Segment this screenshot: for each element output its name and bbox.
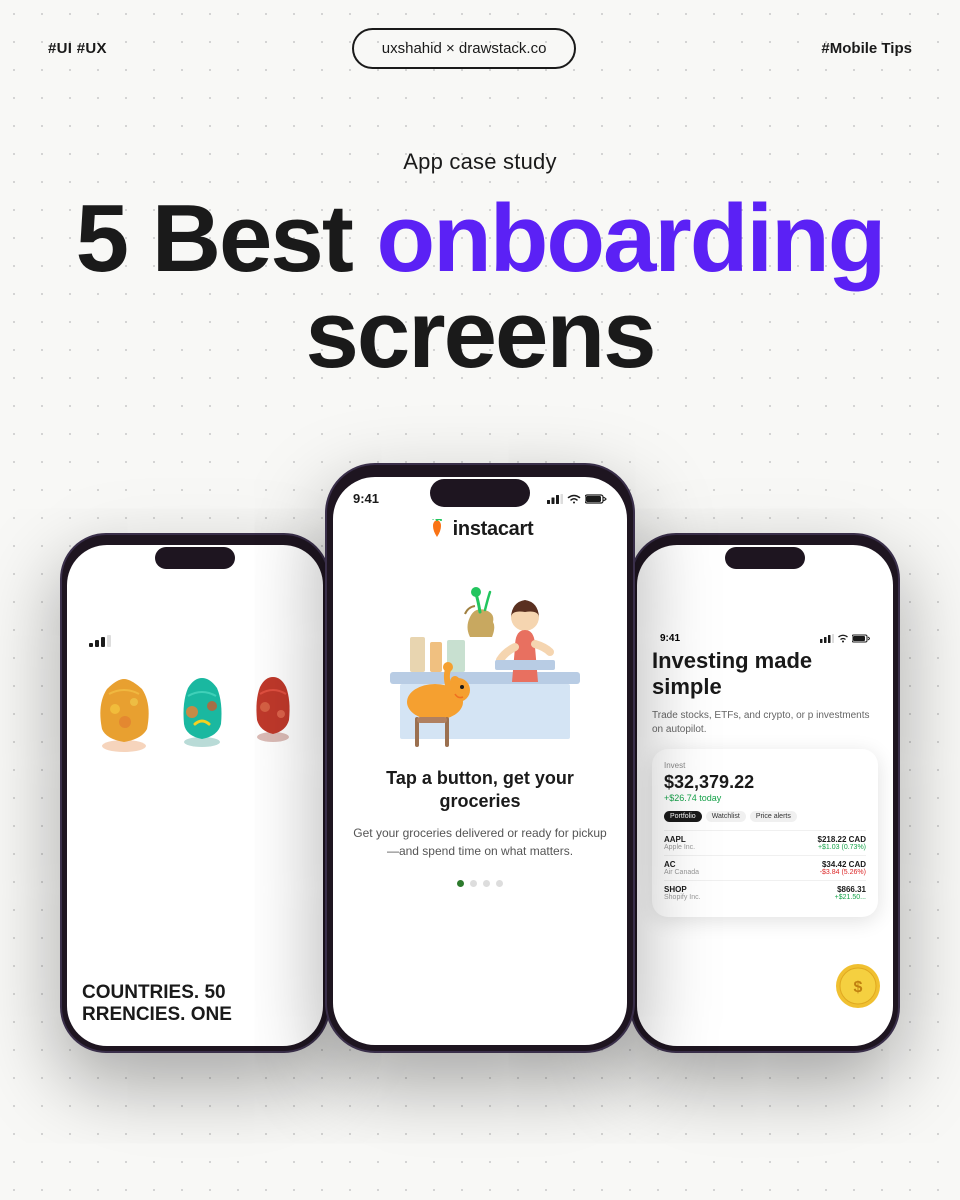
right-battery-icon [852, 634, 870, 643]
pottery-display [77, 654, 313, 774]
stock-ac-company: Air Canada [664, 869, 699, 876]
stock-shop-company: Shopify Inc. [664, 894, 701, 901]
instacart-text-block: Tap a button, get your groceries Get you… [333, 757, 627, 866]
stock-shop-info: SHOP Shopify Inc. [664, 885, 701, 901]
right-time: 9:41 [660, 633, 680, 644]
stock-aapl-price: $218.22 CAD [818, 835, 866, 844]
right-status-bar: 9:41 [652, 595, 878, 648]
left-signal [89, 635, 111, 650]
dynamic-island-right [725, 547, 805, 569]
pottery-item-1 [87, 674, 162, 754]
invest-label: Invest [664, 761, 866, 770]
instacart-carrot-icon [427, 519, 447, 541]
left-screen-content: COUNTRIES. 50 RRENCIES. ONE [67, 545, 323, 1046]
stock-ac-info: AC Air Canada [664, 860, 699, 876]
pottery-item-2 [170, 674, 235, 749]
dot-1 [457, 880, 464, 887]
stock-shop-price-info: $866.31 +$21.50... [835, 885, 866, 901]
hero-subtitle: App case study [0, 149, 960, 175]
stock-shop-price: $866.31 [835, 885, 866, 894]
coin-icon: $ [833, 961, 883, 1011]
hero-title-suffix: screens [306, 281, 655, 388]
stock-ac-price-info: $34.42 CAD -$3.84 (5.26%) [820, 860, 866, 876]
brand-text: uxshahid × drawstack.co [382, 40, 547, 57]
center-time: 9:41 [353, 491, 379, 506]
instacart-logo: instacart [333, 510, 627, 547]
invest-card: Invest $32,379.22 +$26.74 today Portfoli… [652, 749, 878, 917]
header: #UI #UX uxshahid × drawstack.co #Mobile … [0, 0, 960, 69]
stock-aapl-price-info: $218.22 CAD +$1.03 (0.73%) [818, 835, 866, 851]
instacart-wordmark: instacart [453, 518, 534, 541]
stock-ac-price: $34.42 CAD [820, 860, 866, 869]
center-status-icons [547, 494, 607, 504]
instacart-heading: Tap a button, get your groceries [353, 767, 607, 814]
phone-center: 9:41 [325, 463, 635, 1053]
stock-shop-change: +$21.50... [835, 894, 866, 901]
phone-left: COUNTRIES. 50 RRENCIES. ONE [60, 533, 330, 1053]
invest-tab-watchlist[interactable]: Watchlist [706, 811, 746, 822]
hero-section: App case study 5 Best onboarding screens [0, 69, 960, 423]
right-screen-content: 9:41 [637, 545, 893, 1046]
pottery-item-3 [243, 674, 303, 744]
right-signal-icon [820, 634, 834, 643]
instacart-body: Get your groceries delivered or ready fo… [353, 824, 607, 860]
countries-line1: COUNTRIES. 50 [82, 982, 232, 1004]
phone-right-screen: 9:41 [637, 545, 893, 1046]
hero-title: 5 Best onboarding screens [0, 191, 960, 383]
stock-row-shop: SHOP Shopify Inc. $866.31 +$21.50... [664, 880, 866, 905]
stock-row-aapl: AAPL Apple Inc. $218.22 CAD +$1.03 (0.73… [664, 830, 866, 855]
invest-tab-alerts[interactable]: Price alerts [750, 811, 797, 822]
page-wrapper: #UI #UX uxshahid × drawstack.co #Mobile … [0, 0, 960, 1200]
dot-4 [496, 880, 503, 887]
pagination-dots [333, 880, 627, 887]
brand-badge: uxshahid × drawstack.co [352, 28, 577, 69]
invest-tabs: Portfolio Watchlist Price alerts [664, 811, 866, 822]
hero-title-prefix: 5 Best [76, 185, 377, 292]
invest-change: +$26.74 today [664, 793, 866, 803]
tag-mobile-tips: #Mobile Tips [821, 40, 912, 57]
wifi-icon [567, 494, 581, 504]
tag-ui-ux: #UI #UX [48, 40, 107, 57]
invest-amount: $32,379.22 [664, 772, 866, 793]
countries-line2: RRENCIES. ONE [82, 1004, 232, 1026]
stock-shop-ticker: SHOP [664, 885, 701, 894]
right-wifi-icon [837, 634, 849, 643]
stock-aapl-ticker: AAPL [664, 835, 695, 844]
phone-center-screen: 9:41 [333, 477, 627, 1045]
phone-right: 9:41 [630, 533, 900, 1053]
stock-ac-change: -$3.84 (5.26%) [820, 869, 866, 876]
instacart-scene [340, 552, 620, 752]
dynamic-island-center [430, 479, 530, 507]
investing-subtext: Trade stocks, ETFs, and crypto, or p inv… [652, 709, 878, 737]
investing-heading: Investing made simple [652, 648, 878, 701]
stock-aapl-company: Apple Inc. [664, 844, 695, 851]
dynamic-island-left [155, 547, 235, 569]
right-status-icons [820, 634, 870, 643]
coin-decoration: $ [833, 961, 883, 1016]
left-status-bar [77, 595, 313, 654]
stock-aapl-change: +$1.03 (0.73%) [818, 844, 866, 851]
stock-aapl-info: AAPL Apple Inc. [664, 835, 695, 851]
dot-2 [470, 880, 477, 887]
phone-left-screen: COUNTRIES. 50 RRENCIES. ONE [67, 545, 323, 1046]
countries-text: COUNTRIES. 50 RRENCIES. ONE [82, 982, 232, 1026]
battery-icon [585, 494, 607, 504]
phones-section: COUNTRIES. 50 RRENCIES. ONE 9:41 [0, 453, 960, 1053]
stock-row-ac: AC Air Canada $34.42 CAD -$3.84 (5.26%) [664, 855, 866, 880]
instacart-illustration [333, 547, 627, 757]
svg-text:$: $ [854, 979, 863, 996]
stock-ac-ticker: AC [664, 860, 699, 869]
hero-title-highlight: onboarding [376, 185, 884, 292]
signal-icon [547, 494, 563, 504]
dot-3 [483, 880, 490, 887]
invest-tab-portfolio[interactable]: Portfolio [664, 811, 702, 822]
